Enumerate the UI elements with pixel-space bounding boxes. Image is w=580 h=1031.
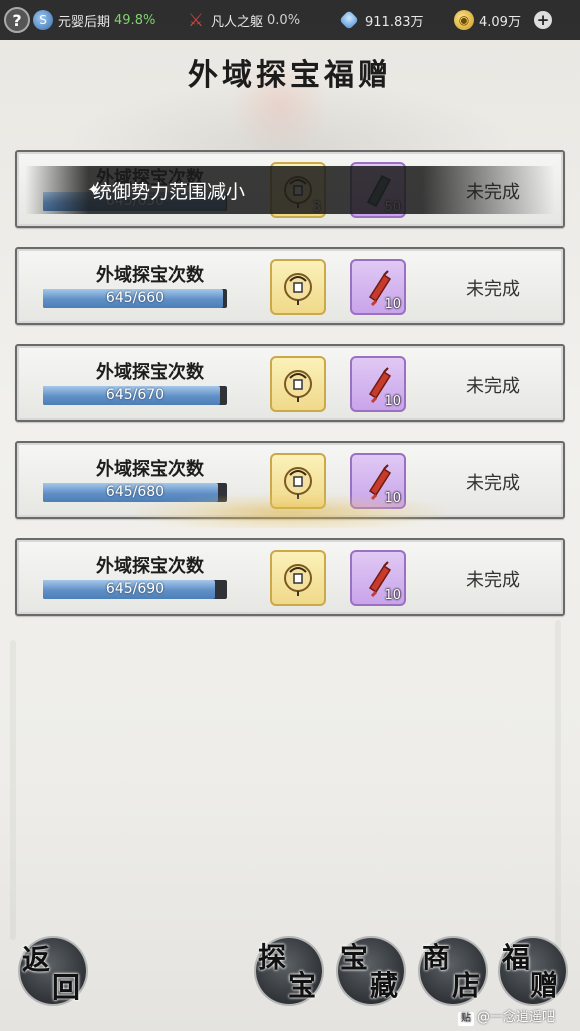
reward-item-gold[interactable] bbox=[270, 259, 326, 315]
help-button[interactable]: ? bbox=[4, 7, 30, 33]
body-label: 凡人之躯 bbox=[211, 14, 264, 30]
gift-tab-label: 福 bbox=[502, 941, 531, 974]
yin-yang-icon: S bbox=[33, 10, 53, 30]
quest-row[interactable]: 外域探宝次数 645/660 10 未完成 bbox=[15, 247, 565, 325]
treasury-tab-label: 藏 bbox=[370, 969, 399, 1002]
gold-stat[interactable]: ◉ 4.09万 bbox=[454, 0, 521, 40]
reward-item-purple[interactable]: 10 bbox=[350, 259, 406, 315]
quest-status: 未完成 bbox=[466, 279, 520, 300]
reward-item-gold[interactable] bbox=[270, 550, 326, 606]
tieba-logo-icon: 贴 bbox=[458, 1012, 474, 1026]
shop-tab-label: 商 bbox=[422, 941, 451, 974]
progress-text: 645/660 bbox=[105, 290, 165, 306]
lantern-icon bbox=[272, 261, 324, 313]
quest-status: 未完成 bbox=[466, 376, 520, 397]
progress-bar: 645/660 bbox=[43, 289, 227, 308]
watermark: 贴 @一念逍遥吧 bbox=[458, 1006, 555, 1026]
watermark-text: @一念逍遥吧 bbox=[477, 1010, 556, 1025]
add-currency-button[interactable]: + bbox=[534, 11, 552, 29]
background-bamboo bbox=[10, 640, 16, 940]
gold-coin-icon: ◉ bbox=[454, 10, 474, 30]
reward-item-gold[interactable] bbox=[270, 356, 326, 412]
quest-label: 外域探宝次数 bbox=[96, 459, 204, 480]
back-button-label: 返 bbox=[22, 943, 51, 976]
body-percent: 0.0% bbox=[267, 12, 301, 28]
progress-bar: 645/670 bbox=[43, 386, 227, 405]
quest-list: 外域探宝次数645/650350未完成外域探宝次数645/66010未完成外域探… bbox=[15, 150, 565, 635]
spirit-stone-icon bbox=[339, 10, 359, 30]
body-stat[interactable]: ⚔ 凡人之躯 0.0% bbox=[186, 0, 300, 40]
sword-body-icon: ⚔ bbox=[187, 9, 205, 31]
progress-bar: 645/690 bbox=[43, 580, 227, 599]
quest-label: 外域探宝次数 bbox=[96, 556, 204, 577]
background-bamboo bbox=[555, 620, 561, 950]
gift-tab-label: 赠 bbox=[530, 969, 559, 1002]
back-button-label: 回 bbox=[52, 971, 81, 1004]
reward-count: 10 bbox=[384, 297, 401, 312]
quest-status: 未完成 bbox=[466, 570, 520, 591]
gold-value: 4.09万 bbox=[479, 14, 521, 30]
reward-count: 10 bbox=[384, 588, 401, 603]
quest-label: 外域探宝次数 bbox=[96, 265, 204, 286]
quest-label: 外域探宝次数 bbox=[96, 362, 204, 383]
quest-row[interactable]: 外域探宝次数 645/670 10 未完成 bbox=[15, 344, 565, 422]
realm-stat[interactable]: S 元婴后期 49.8% bbox=[33, 0, 155, 40]
shop-tab-label: 店 bbox=[452, 969, 481, 1002]
glow-effect bbox=[135, 494, 445, 528]
reward-item-purple[interactable]: 10 bbox=[350, 550, 406, 606]
explore-tab-label: 宝 bbox=[288, 969, 317, 1002]
sparkle-icon: ✦ bbox=[87, 180, 101, 199]
progress-text: 645/670 bbox=[105, 387, 165, 403]
reward-item-purple[interactable]: 10 bbox=[350, 356, 406, 412]
quest-status: 未完成 bbox=[466, 473, 520, 494]
progress-text: 645/690 bbox=[105, 581, 165, 597]
toast-text: 统御势力范围减小 bbox=[93, 180, 246, 203]
toast-notification: ✦ 统御势力范围减小 bbox=[25, 166, 555, 214]
quest-row[interactable]: 外域探宝次数 645/690 10 未完成 bbox=[15, 538, 565, 616]
page-title: 外域探宝福赠 bbox=[188, 58, 392, 93]
reward-count: 10 bbox=[384, 394, 401, 409]
lantern-icon bbox=[272, 358, 324, 410]
treasury-tab-label: 宝 bbox=[340, 941, 369, 974]
realm-percent: 49.8% bbox=[114, 12, 156, 28]
explore-tab-label: 探 bbox=[258, 941, 287, 974]
realm-label: 元婴后期 bbox=[58, 14, 111, 30]
spirit-stone-stat[interactable]: 911.83万 bbox=[339, 0, 424, 40]
lantern-icon bbox=[272, 552, 324, 604]
status-bar: ? S 元婴后期 49.8% ⚔ 凡人之躯 0.0% 911.83万 ◉ 4.0… bbox=[0, 0, 580, 40]
spirit-stone-value: 911.83万 bbox=[365, 14, 424, 30]
